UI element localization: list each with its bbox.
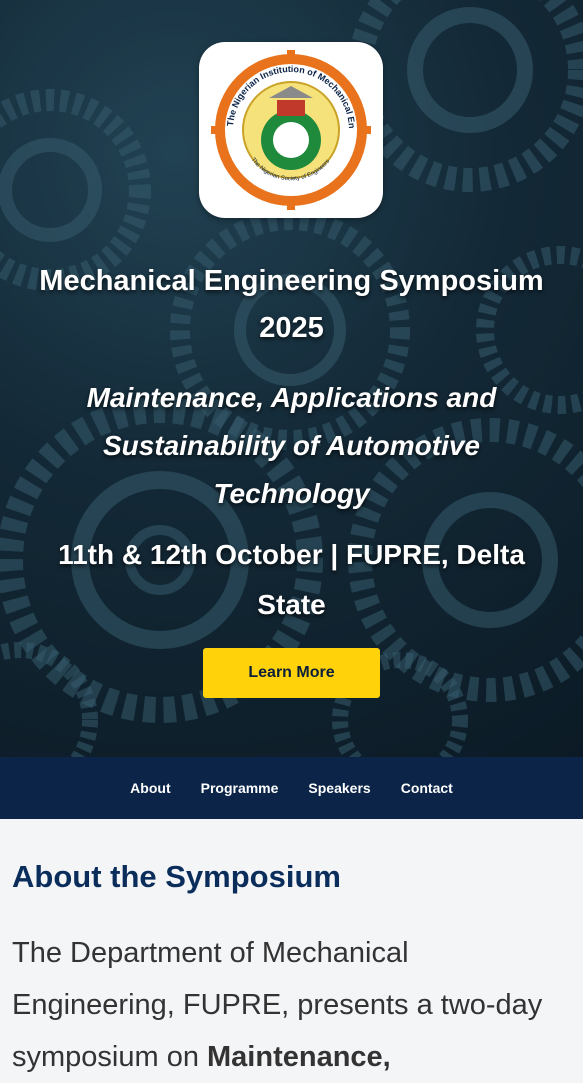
- nav-about[interactable]: About: [130, 780, 170, 796]
- nav-programme[interactable]: Programme: [201, 780, 279, 796]
- nime-logo: The Nigerian Institution of Mechanical E…: [199, 42, 383, 218]
- about-body-emphasis: Maintenance,: [207, 1041, 391, 1073]
- event-date-venue: 11th & 12th October | FUPRE, Delta State: [58, 539, 525, 620]
- hero-section: The Nigerian Institution of Mechanical E…: [0, 0, 583, 757]
- nav-contact[interactable]: Contact: [401, 780, 453, 796]
- about-body: The Department of Mechanical Engineering…: [12, 927, 577, 1083]
- nime-seal-icon: The Nigerian Institution of Mechanical E…: [211, 50, 371, 210]
- event-title: Mechanical Engineering Symposium 2025: [39, 265, 544, 344]
- about-section: About the Symposium The Department of Me…: [0, 819, 583, 1080]
- main-nav: About Programme Speakers Contact: [0, 757, 583, 819]
- about-heading: About the Symposium: [12, 859, 341, 894]
- nav-speakers[interactable]: Speakers: [308, 780, 370, 796]
- event-theme: Maintenance, Applications and Sustainabi…: [86, 382, 497, 509]
- learn-more-button[interactable]: Learn More: [203, 648, 380, 698]
